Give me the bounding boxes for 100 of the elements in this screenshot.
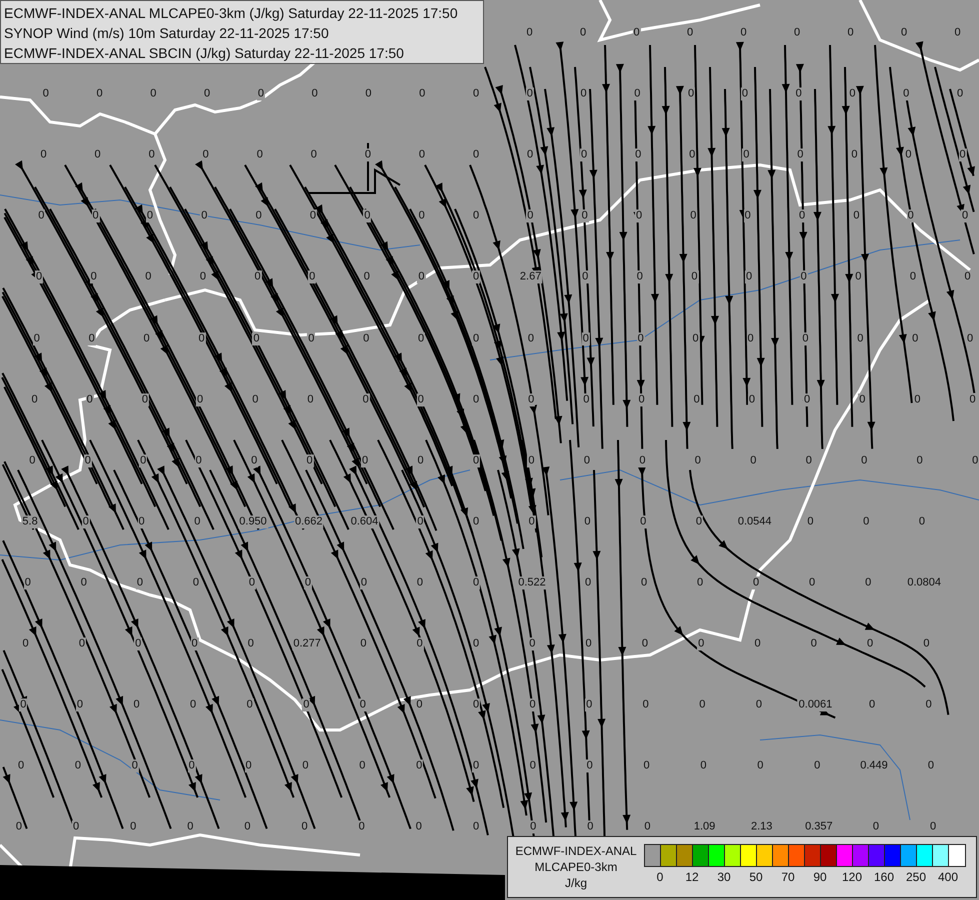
station-value: 0 bbox=[527, 393, 536, 406]
legend-tick-label: 0 bbox=[656, 871, 664, 883]
wind-barb-icon bbox=[307, 142, 401, 194]
station-value: 0 bbox=[304, 576, 312, 590]
station-value: 0 bbox=[803, 393, 812, 406]
station-value: 0 bbox=[90, 270, 98, 284]
station-value: 0 bbox=[472, 332, 480, 345]
station-value: 0 bbox=[302, 698, 310, 712]
station-value: 0 bbox=[798, 210, 806, 223]
station-value: 0 bbox=[960, 210, 970, 223]
legend-label: MLCAPE0-3km bbox=[534, 859, 618, 875]
station-value: 0 bbox=[416, 638, 424, 650]
legend-tick-label: 400 bbox=[938, 871, 958, 883]
station-value: 0 bbox=[363, 210, 372, 223]
station-value: 0 bbox=[744, 210, 752, 223]
station-value: 0 bbox=[639, 515, 648, 528]
station-value: 0 bbox=[636, 332, 645, 345]
station-value: 0 bbox=[528, 515, 536, 528]
station-value: 0.950 bbox=[238, 515, 268, 528]
station-value: 0 bbox=[84, 454, 92, 468]
station-value: 0 bbox=[134, 638, 142, 650]
station-value: 0 bbox=[416, 393, 425, 406]
station-value: 0 bbox=[82, 515, 90, 528]
station-value: 0 bbox=[581, 270, 590, 284]
station-value: 0 bbox=[740, 88, 749, 101]
station-value: 0 bbox=[361, 454, 370, 468]
station-value: 0 bbox=[130, 760, 139, 773]
station-value: 0 bbox=[638, 454, 646, 468]
station-value: 0 bbox=[306, 454, 314, 468]
station-value: 0 bbox=[742, 148, 750, 162]
station-value: 2.67 bbox=[518, 270, 542, 284]
station-value: 0 bbox=[958, 148, 967, 162]
station-value: 0 bbox=[580, 210, 589, 223]
station-value: 0 bbox=[692, 332, 700, 345]
station-value: 0 bbox=[472, 760, 480, 773]
station-value: 0.522 bbox=[517, 576, 547, 590]
station-value: 0 bbox=[362, 332, 370, 345]
station-value: 0 bbox=[636, 270, 644, 284]
station-value: 0 bbox=[526, 88, 534, 101]
station-value: 0 bbox=[906, 210, 915, 223]
station-value: 0 bbox=[748, 393, 756, 406]
station-value: 0 bbox=[140, 393, 149, 406]
legend-tick-label: 250 bbox=[906, 871, 926, 883]
station-value: 0 bbox=[634, 148, 642, 162]
station-value: 0 bbox=[358, 698, 367, 712]
station-value: 0 bbox=[417, 270, 426, 284]
station-value: 0 bbox=[137, 515, 146, 528]
station-value: 0 bbox=[88, 332, 96, 345]
station-value: 0 bbox=[252, 332, 260, 345]
station-value: 5.8 bbox=[21, 515, 39, 528]
station-value: 0 bbox=[32, 332, 41, 345]
map-title-line: ECMWF-INDEX-ANAL MLCAPE0-3km (J/kg) Saturday 22-11-2025 17:50 bbox=[4, 4, 459, 23]
station-value: 0 bbox=[196, 393, 204, 406]
station-value: 0 bbox=[752, 576, 760, 590]
station-value: 0 bbox=[528, 638, 536, 650]
station-value: 0 bbox=[856, 332, 864, 345]
station-value: 0 bbox=[528, 698, 537, 712]
station-value: 0 bbox=[582, 393, 590, 406]
station-value: 0 bbox=[582, 332, 590, 345]
station-value: 0 bbox=[526, 332, 535, 345]
station-value: 0 bbox=[244, 760, 253, 773]
station-value: 0 bbox=[472, 454, 480, 468]
station-value: 0 bbox=[360, 576, 368, 590]
station-value: 0 bbox=[417, 332, 426, 345]
station-value: 0 bbox=[966, 332, 974, 345]
legend-label: J/kg bbox=[564, 875, 587, 891]
map-title-line: ECMWF-INDEX-ANAL SBCIN (J/kg) Saturday 22-11-2025 17:50 bbox=[4, 44, 405, 63]
legend-tick-label: 70 bbox=[781, 871, 795, 883]
legend-tick-label: 90 bbox=[813, 871, 827, 883]
station-value: 0 bbox=[188, 760, 196, 773]
station-value: 0 bbox=[745, 270, 754, 284]
station-value: 0 bbox=[801, 332, 810, 345]
station-value: 0 bbox=[633, 88, 642, 101]
station-value: 0 bbox=[527, 454, 536, 468]
station-value: 0 bbox=[634, 210, 644, 223]
station-value: 0 bbox=[794, 88, 803, 101]
station-value: 0 bbox=[796, 148, 804, 162]
station-value: 0 bbox=[248, 576, 256, 590]
station-value: 0 bbox=[307, 332, 316, 345]
station-value: 0 bbox=[202, 148, 210, 162]
station-value: 0 bbox=[194, 454, 203, 468]
station-value: 0 bbox=[142, 332, 151, 345]
station-value: 0 bbox=[256, 88, 265, 101]
station-value: 0 bbox=[637, 393, 646, 406]
station-value: 0 bbox=[472, 638, 480, 650]
station-value: 0 bbox=[526, 210, 534, 223]
legend-tick-label: 120 bbox=[842, 871, 862, 883]
station-value: 0 bbox=[472, 270, 480, 284]
legend-tick-label: 160 bbox=[874, 871, 894, 883]
station-value: 0 bbox=[911, 332, 920, 345]
station-value: 0.604 bbox=[350, 515, 380, 528]
legend-tick-label: 50 bbox=[749, 871, 763, 883]
station-value: 0 bbox=[697, 638, 706, 650]
station-value: 0 bbox=[92, 210, 100, 223]
station-value: 0 bbox=[585, 698, 594, 712]
station-value: 0 bbox=[190, 638, 199, 650]
map-title-line: SYNOP Wind (m/s) 10m Saturday 22-11-2025 17:50 bbox=[4, 24, 330, 43]
station-value: 0 bbox=[472, 576, 480, 590]
station-value: 0 bbox=[250, 454, 258, 468]
station-value: 0.0061 bbox=[798, 698, 834, 712]
